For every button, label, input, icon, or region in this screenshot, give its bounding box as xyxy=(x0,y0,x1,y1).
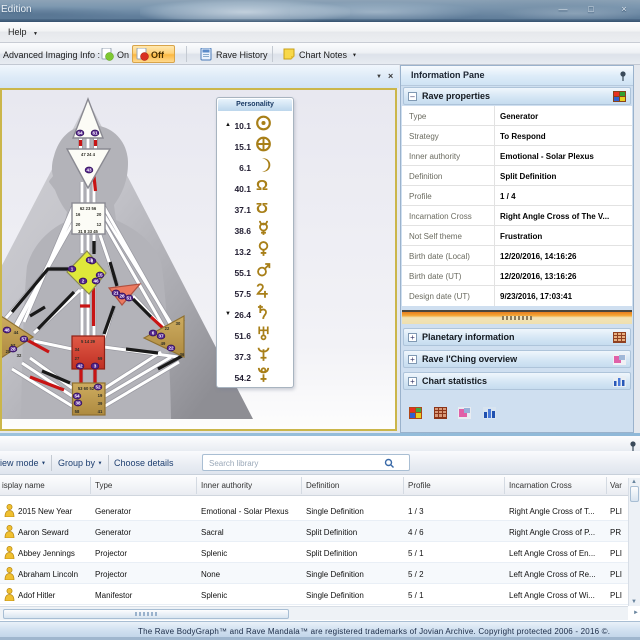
svg-text:52: 52 xyxy=(95,385,101,390)
svg-text:58: 58 xyxy=(75,409,80,414)
svg-text:27: 27 xyxy=(75,356,80,361)
svg-text:19: 19 xyxy=(98,393,103,398)
svg-text:12: 12 xyxy=(97,222,102,227)
svg-text:21: 21 xyxy=(113,291,119,296)
svg-text:6: 6 xyxy=(152,331,155,336)
svg-text:39: 39 xyxy=(98,401,103,406)
svg-text:2: 2 xyxy=(82,279,85,284)
svg-text:41: 41 xyxy=(98,409,103,414)
svg-text:46: 46 xyxy=(93,279,99,284)
svg-text:28: 28 xyxy=(10,347,16,352)
svg-text:49: 49 xyxy=(161,341,166,346)
svg-text:38: 38 xyxy=(75,401,81,406)
svg-text:32: 32 xyxy=(17,353,22,358)
svg-text:47 24 4: 47 24 4 xyxy=(81,152,96,157)
svg-text:1: 1 xyxy=(71,267,74,272)
svg-text:20: 20 xyxy=(76,222,81,227)
svg-text:37: 37 xyxy=(158,334,164,339)
svg-text:43: 43 xyxy=(86,168,92,173)
svg-text:53 60 52: 53 60 52 xyxy=(78,386,95,391)
svg-text:34: 34 xyxy=(75,347,80,352)
svg-text:30: 30 xyxy=(176,321,181,326)
svg-text:20: 20 xyxy=(97,212,102,217)
svg-text:59: 59 xyxy=(98,356,103,361)
svg-text:31 8 33 45: 31 8 33 45 xyxy=(78,229,98,234)
svg-text:5 14 29: 5 14 29 xyxy=(81,339,96,344)
svg-text:16: 16 xyxy=(76,212,81,217)
svg-text:51: 51 xyxy=(126,296,132,301)
svg-text:3: 3 xyxy=(94,364,97,369)
svg-text:42: 42 xyxy=(77,364,83,369)
svg-text:22: 22 xyxy=(168,346,174,351)
svg-text:48: 48 xyxy=(4,328,10,333)
svg-text:64: 64 xyxy=(77,131,83,136)
svg-text:62 23 56: 62 23 56 xyxy=(80,206,97,211)
svg-text:36: 36 xyxy=(180,352,185,357)
svg-text:13: 13 xyxy=(87,258,93,263)
svg-text:26: 26 xyxy=(119,294,125,299)
svg-text:44: 44 xyxy=(14,330,19,335)
svg-text:54: 54 xyxy=(74,394,80,399)
svg-text:61: 61 xyxy=(92,131,98,136)
svg-text:15: 15 xyxy=(97,273,103,278)
svg-text:57: 57 xyxy=(21,337,27,342)
svg-text:22: 22 xyxy=(165,326,170,331)
